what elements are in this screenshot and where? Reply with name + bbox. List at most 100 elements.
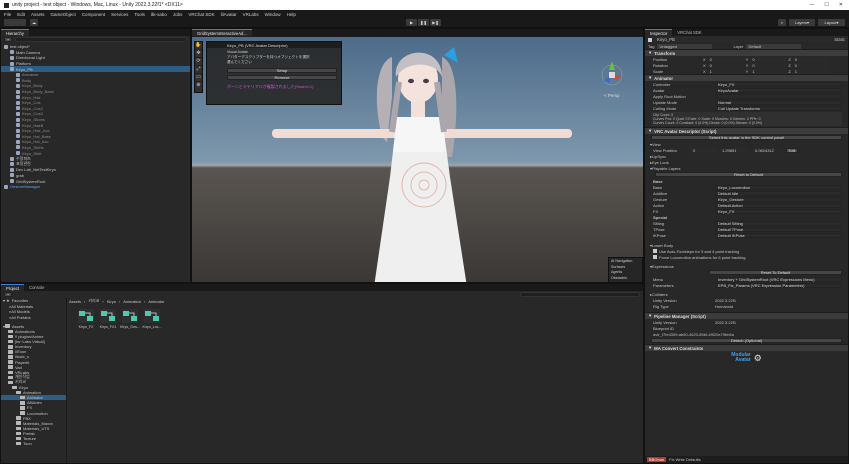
menu-help[interactable]: Help <box>287 12 296 17</box>
scene-viewport[interactable]: < Persp Kiryo_PB (VRC Avatar Descriptor)… <box>192 37 643 282</box>
pause-button[interactable]: ❚❚ <box>418 19 429 26</box>
checkbox-icon[interactable] <box>653 255 657 259</box>
breadcrumb-item[interactable]: Animation <box>123 299 141 304</box>
property-field[interactable]: Kiryo_FX <box>715 81 842 87</box>
menu-tools[interactable]: Tools <box>134 12 145 17</box>
tag-dropdown[interactable]: Untagged <box>657 43 713 49</box>
checkbox-icon[interactable] <box>653 249 657 253</box>
property-field[interactable]: Default IKPose <box>715 232 842 238</box>
menu-lilavatar[interactable]: lilAvatar <box>221 12 237 17</box>
breadcrumb-item[interactable]: 키리코 <box>88 298 99 304</box>
tab-scene[interactable]: GridSystemInteractiveAd... <box>192 29 252 36</box>
tab-console[interactable]: Console <box>24 284 49 291</box>
transform-header[interactable]: ▾ Transform <box>645 49 848 56</box>
transform-z-field[interactable]: 0 <box>792 62 829 68</box>
menu-ak-sabo[interactable]: åk-sabo <box>151 12 167 17</box>
breadcrumb-item[interactable]: Kiryo <box>107 299 116 304</box>
transform-y-field[interactable]: 0 <box>750 62 787 68</box>
tab-project[interactable]: Project <box>1 284 25 291</box>
property-field[interactable]: Default Sitting <box>715 220 842 226</box>
active-checkbox[interactable] <box>648 37 652 42</box>
play-button[interactable]: ▶ <box>406 19 417 26</box>
rect-tool-icon[interactable]: ▭ <box>195 74 202 82</box>
static-toggle[interactable]: Static <box>834 37 845 42</box>
playable-layers-foldout[interactable]: ▾ Playable Layers <box>645 165 848 171</box>
menu-component[interactable]: Component <box>82 12 105 17</box>
scale-tool-icon[interactable]: ⤢ <box>195 66 202 74</box>
menu-field[interactable]: Inventory + GridSystemRoot (VRC Expressi… <box>715 276 842 282</box>
menu-gameobject[interactable]: GameObject <box>51 12 76 17</box>
menu-edit[interactable]: Edit <box>17 12 25 17</box>
transform-y-field[interactable]: 0 <box>750 56 787 62</box>
property-field[interactable]: KiryoAvatar <box>715 87 842 93</box>
animator-asset[interactable]: Kiryo_FX <box>75 309 97 335</box>
transform-x-field[interactable]: 0 <box>707 56 744 62</box>
transform-z-field[interactable]: 1 <box>792 68 829 74</box>
menu-jobs[interactable]: Jobs <box>173 12 183 17</box>
rotate-tool-icon[interactable]: ⟳ <box>195 58 202 66</box>
step-button[interactable]: ▶❚ <box>430 19 441 26</box>
property-field[interactable] <box>715 93 842 99</box>
create-asset-button[interactable]: + <box>4 292 12 297</box>
property-field[interactable]: Default Action <box>715 202 842 208</box>
edit-view-button[interactable]: Edit <box>786 147 798 153</box>
pipeline-header[interactable]: ▾ Pipeline Manager (Script) <box>645 312 848 319</box>
account-button[interactable] <box>4 19 26 26</box>
animator-asset[interactable]: Kiryo_FX1 <box>97 309 119 335</box>
menu-assets[interactable]: Assets <box>31 12 45 17</box>
view-x-field[interactable]: 0 <box>691 147 717 153</box>
vrc-descriptor-header[interactable]: ▾ VRC Avatar Descriptor (Script) <box>645 127 848 134</box>
property-field[interactable]: Default TPose <box>715 226 842 232</box>
view-y-field[interactable]: 1.29891 <box>720 147 750 153</box>
close-button[interactable]: ✕ <box>839 2 843 8</box>
ma-constraints-header[interactable]: ▾ MA Convert Constraints <box>645 344 848 351</box>
favorite-item[interactable]: ⌕ All Prefabs <box>1 315 66 321</box>
persp-label[interactable]: < Persp <box>604 93 620 98</box>
menu-file[interactable]: File <box>4 12 11 17</box>
nav-obstacles[interactable]: Obstacles <box>611 276 640 282</box>
menu-services[interactable]: Services <box>111 12 128 17</box>
transform-tool-icon[interactable]: ⊕ <box>195 82 202 90</box>
add-button[interactable]: + <box>4 37 12 42</box>
cloud-icon[interactable]: ☁ <box>30 19 38 26</box>
tab-vrchat-sdk[interactable]: VRChat SDK <box>672 29 706 36</box>
property-field[interactable]: Kiryo_Locomotion <box>715 184 842 190</box>
bottom-tab-bbomm[interactable]: BBOmm <box>647 457 667 462</box>
tab-inspector[interactable]: Inspector <box>645 29 673 36</box>
menu-window[interactable]: Window <box>265 12 281 17</box>
maximize-button[interactable]: ☐ <box>824 2 828 8</box>
property-field[interactable]: Kiryo_Gesture <box>715 196 842 202</box>
layer-dropdown[interactable]: Default <box>746 43 802 49</box>
menu-vrlabs[interactable]: VRLabs <box>243 12 259 17</box>
animator-asset[interactable]: Kiryo_Loc... <box>141 309 163 335</box>
project-search-input[interactable] <box>520 292 640 297</box>
transform-y-field[interactable]: 1 <box>750 68 787 74</box>
hand-tool-icon[interactable]: ✋ <box>195 42 202 50</box>
folder-item[interactable]: Toon <box>1 441 66 446</box>
property-field[interactable]: Normal <box>715 99 842 105</box>
transform-x-field[interactable]: 1 <box>707 68 744 74</box>
transform-z-field[interactable]: 0 <box>792 56 829 62</box>
select-avatar-button[interactable]: Select this avatar in the SDK control pa… <box>651 135 842 140</box>
layout-dropdown[interactable]: Layout ▾ <box>818 19 845 26</box>
search-icon[interactable]: ⌕ <box>778 19 786 26</box>
layers-dropdown[interactable]: Layers ▾ <box>789 19 815 26</box>
animator-asset[interactable]: Kiryo_Ges... <box>119 309 141 335</box>
property-field[interactable]: Cull Update Transforms <box>715 105 842 111</box>
lb-option-2[interactable]: Force Locomotion animations for 6 point … <box>645 254 848 260</box>
bottom-tab-fix-write-defaults[interactable]: Fix Write Defaults <box>669 457 701 462</box>
menu-vrchat-sdk[interactable]: VRChat SDK <box>188 12 214 17</box>
hierarchy-search-input[interactable] <box>15 37 187 42</box>
hierarchy-item[interactable]: GestureManager <box>1 184 190 190</box>
view-z-field[interactable]: 0.0824312 <box>753 147 783 153</box>
animator-header[interactable]: ▾ Animator <box>645 74 848 81</box>
object-name-field[interactable]: Kiryo_PB <box>655 37 832 42</box>
scene-gizmo[interactable] <box>601 61 623 86</box>
move-tool-icon[interactable]: ✥ <box>195 50 202 58</box>
minimize-button[interactable]: — <box>809 2 814 8</box>
reset-expressions-button[interactable]: Reset To Default <box>709 270 842 275</box>
transform-x-field[interactable]: 0 <box>707 62 744 68</box>
property-field[interactable]: Default Idle <box>715 190 842 196</box>
reset-layers-button[interactable]: Reset to Default <box>655 172 842 177</box>
detach-button[interactable]: Detach (Optional) <box>651 338 842 343</box>
